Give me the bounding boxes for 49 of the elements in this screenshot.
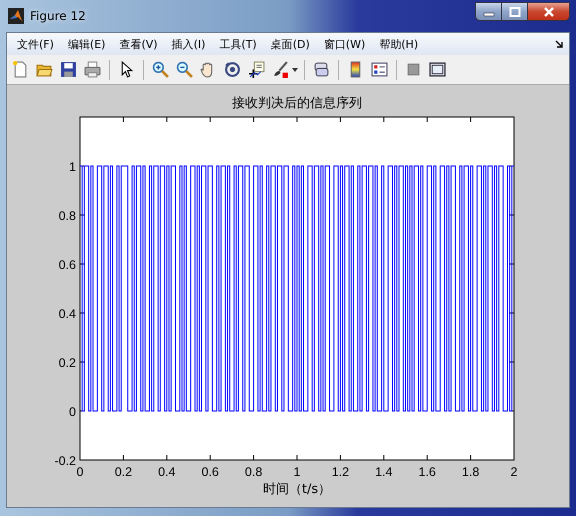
x-tick-label: 1.2: [332, 465, 350, 479]
y-tick-label: 0: [69, 405, 76, 419]
y-tick-label: 1: [69, 160, 76, 174]
close-icon: [542, 6, 554, 16]
menu-item[interactable]: 窗口(W): [316, 34, 372, 54]
maximize-button[interactable]: [501, 2, 527, 21]
new-file-icon[interactable]: [12, 61, 29, 78]
x-tick-label: 0.6: [202, 465, 219, 479]
menu-item[interactable]: 帮助(H): [372, 34, 426, 54]
x-tick-label: 1.8: [462, 465, 480, 479]
x-tick-label: 0.8: [244, 465, 262, 479]
print-icon[interactable]: [84, 61, 101, 78]
menu-item[interactable]: 工具(T): [212, 34, 264, 54]
x-tick-label: 2: [510, 465, 518, 479]
plot-tools-icon[interactable]: [429, 61, 446, 78]
hide-tools-icon[interactable]: [405, 61, 422, 78]
x-tick-label: 0.4: [158, 465, 176, 479]
close-button[interactable]: [527, 2, 570, 21]
maximize-icon: [508, 6, 520, 16]
x-tick-label: 1.4: [375, 465, 392, 479]
save-icon[interactable]: [60, 61, 77, 78]
app-logo-icon: [8, 8, 24, 24]
x-axis-label: 时间（t/s）: [262, 482, 332, 497]
zoom-out-icon[interactable]: [176, 61, 193, 78]
menu-item[interactable]: 编辑(E): [60, 34, 112, 54]
legend-icon[interactable]: [371, 61, 388, 78]
data-cursor-icon[interactable]: [248, 61, 265, 78]
x-tick-label: 1.6: [418, 465, 436, 479]
dock-arrow-icon[interactable]: [555, 40, 563, 48]
y-tick-label: 0.8: [58, 209, 76, 223]
zoom-in-icon[interactable]: [152, 61, 169, 78]
menu-item[interactable]: 插入(I): [164, 34, 212, 54]
link-icon[interactable]: [313, 61, 330, 78]
x-tick-label: 0: [76, 465, 84, 479]
minimize-button[interactable]: [475, 2, 501, 21]
window-title: Figure 12: [30, 9, 86, 23]
rotate-icon[interactable]: [224, 61, 241, 78]
menu-item[interactable]: 查看(V): [112, 34, 165, 54]
menu-item[interactable]: 文件(F): [10, 34, 61, 54]
chart-title: 接收判决后的信息序列: [232, 96, 362, 111]
y-tick-label: 0.2: [58, 356, 76, 370]
y-tick-label: 0.6: [58, 258, 76, 272]
dropdown-caret-icon[interactable]: [292, 68, 298, 72]
y-tick-label: -0.2: [54, 454, 76, 468]
x-tick-label: 0.2: [114, 465, 132, 479]
x-tick-label: 1: [294, 465, 300, 479]
brush-icon[interactable]: [272, 61, 289, 78]
menu-item[interactable]: 桌面(D): [264, 34, 317, 54]
y-tick-label: 0.4: [58, 307, 76, 321]
